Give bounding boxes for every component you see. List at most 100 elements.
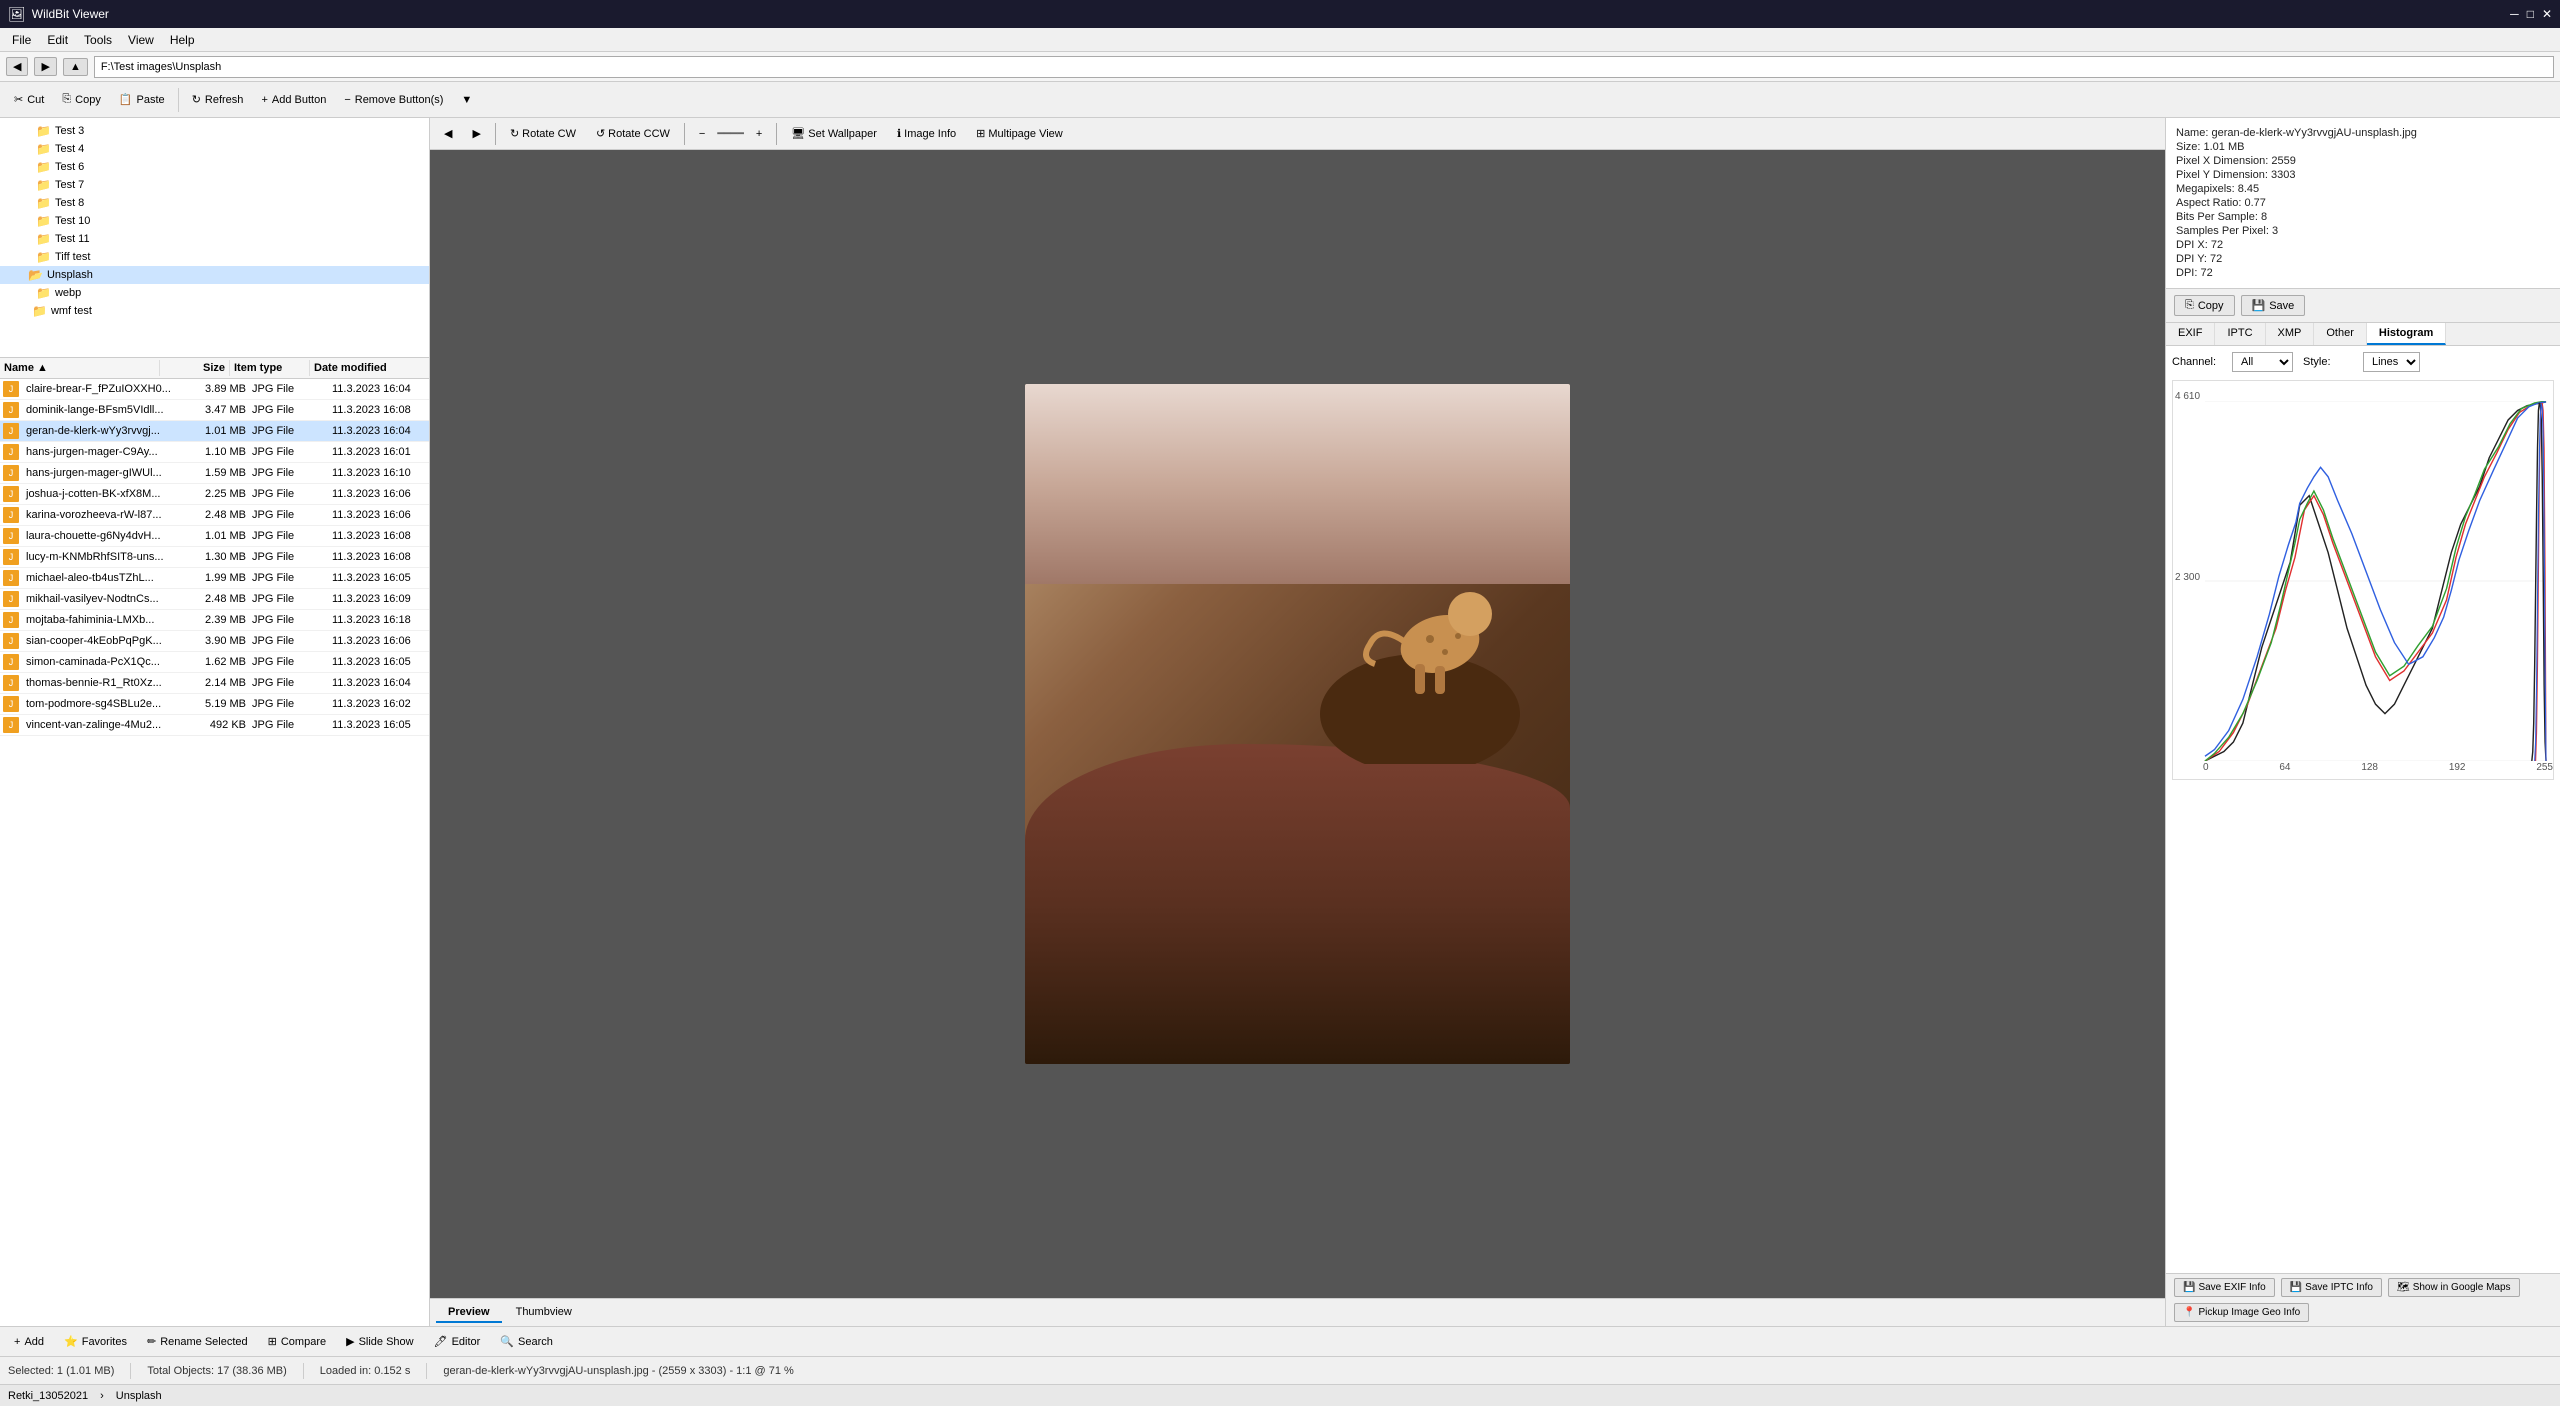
tree-item-unsplash[interactable]: 📂 Unsplash — [0, 266, 429, 284]
maximize-btn[interactable]: □ — [2527, 7, 2534, 21]
folder-tree[interactable]: 📁 Test 3 📁 Test 4 📁 Test 6 📁 Test 7 📁 — [0, 118, 429, 358]
file-date: 11.3.2023 16:04 — [332, 383, 429, 395]
zoom-out-button[interactable]: − — [691, 126, 713, 142]
file-list-area[interactable]: Name ▲ Size Item type Date modified J cl… — [0, 358, 429, 1326]
multipage-button[interactable]: ⊞ Multipage View — [968, 125, 1071, 142]
file-row[interactable]: J mojtaba-fahiminia-LMXb... 2.39 MB JPG … — [0, 610, 429, 631]
add-button-btn[interactable]: + Add Button — [253, 91, 334, 109]
file-row[interactable]: J hans-jurgen-mager-gIWUl... 1.59 MB JPG… — [0, 463, 429, 484]
editor-btn[interactable]: 🖊 Editor — [426, 1333, 489, 1350]
forward-button[interactable]: ▶ — [34, 57, 56, 76]
tree-item-wmf[interactable]: 📁 wmf test — [0, 302, 429, 320]
search-icon: 🔍 — [500, 1335, 514, 1348]
copy-button[interactable]: ⎘ Copy — [54, 90, 109, 109]
rotate-ccw-button[interactable]: ↺ Rotate CCW — [588, 125, 678, 142]
menu-file[interactable]: File — [4, 31, 39, 49]
tree-item-test3[interactable]: 📁 Test 3 — [0, 122, 429, 140]
file-row[interactable]: J dominik-lange-BFsm5VIdll... 3.47 MB JP… — [0, 400, 429, 421]
file-row[interactable]: J simon-caminada-PcX1Qc... 1.62 MB JPG F… — [0, 652, 429, 673]
viewer-sep-2 — [684, 123, 685, 145]
menu-edit[interactable]: Edit — [39, 31, 76, 49]
toolbar-separator — [178, 88, 179, 112]
save-iptc-button[interactable]: 💾 Save IPTC Info — [2281, 1278, 2382, 1297]
file-row[interactable]: J thomas-bennie-R1_Rt0Xz... 2.14 MB JPG … — [0, 673, 429, 694]
image-area[interactable] — [430, 150, 2165, 1298]
file-row[interactable]: J hans-jurgen-mager-C9Ay... 1.10 MB JPG … — [0, 442, 429, 463]
col-header-size[interactable]: Size — [160, 360, 230, 376]
folder-icon: 📁 — [36, 142, 51, 156]
refresh-button[interactable]: ↻ Refresh — [184, 90, 252, 109]
favorites-btn[interactable]: ⭐ Favorites — [56, 1333, 135, 1350]
menu-help[interactable]: Help — [162, 31, 203, 49]
file-row[interactable]: J sian-cooper-4kEobPqPgK... 3.90 MB JPG … — [0, 631, 429, 652]
info-save-button[interactable]: 💾 Save — [2241, 295, 2306, 316]
tab-other[interactable]: Other — [2314, 323, 2367, 345]
image-info-button[interactable]: ℹ Image Info — [889, 125, 964, 142]
channel-select[interactable]: All Red Green Blue — [2232, 352, 2293, 372]
tree-item-test10[interactable]: 📁 Test 10 — [0, 212, 429, 230]
show-google-maps-button[interactable]: 🗺 Show in Google Maps — [2388, 1278, 2520, 1297]
filter-button[interactable]: ▼ — [453, 91, 480, 109]
pickup-geo-button[interactable]: 📍 Pickup Image Geo Info — [2174, 1303, 2309, 1322]
paste-button[interactable]: 📋 Paste — [111, 90, 173, 109]
info-copy-button[interactable]: ⎘ Copy — [2174, 295, 2235, 316]
tab-iptc[interactable]: IPTC — [2215, 323, 2265, 345]
set-wallpaper-button[interactable]: 🖥 Set Wallpaper — [783, 125, 885, 142]
style-label: Style: — [2303, 356, 2353, 368]
file-date: 11.3.2023 16:05 — [332, 719, 429, 731]
file-row[interactable]: J geran-de-klerk-wYy3rvvgj... 1.01 MB JP… — [0, 421, 429, 442]
style-select[interactable]: Lines Bars Area — [2363, 352, 2420, 372]
file-row[interactable]: J michael-aleo-tb4usTZhL... 1.99 MB JPG … — [0, 568, 429, 589]
cut-button[interactable]: ✂ ✂ Cut Cut — [6, 90, 52, 109]
prev-image-button[interactable]: ◀ — [436, 125, 460, 142]
search-btn[interactable]: 🔍 Search — [492, 1333, 561, 1350]
folder-icon: 📁 — [36, 124, 51, 138]
tab-thumbview[interactable]: Thumbview — [504, 1303, 584, 1323]
slideshow-btn[interactable]: ▶ Slide Show — [338, 1333, 422, 1350]
compare-btn[interactable]: ⊞ Compare — [260, 1333, 334, 1350]
tree-item-test8[interactable]: 📁 Test 8 — [0, 194, 429, 212]
tree-item-test6[interactable]: 📁 Test 6 — [0, 158, 429, 176]
file-row[interactable]: J tom-podmore-sg4SBLu2e... 5.19 MB JPG F… — [0, 694, 429, 715]
rename-btn[interactable]: ✏ Rename Selected — [139, 1333, 256, 1350]
viewer-sep-3 — [776, 123, 777, 145]
minimize-btn[interactable]: ─ — [2510, 7, 2519, 21]
tab-histogram[interactable]: Histogram — [2367, 323, 2446, 345]
up-button[interactable]: ▲ — [63, 58, 88, 76]
file-row[interactable]: J joshua-j-cotten-BK-xfX8M... 2.25 MB JP… — [0, 484, 429, 505]
file-row[interactable]: J vincent-van-zalinge-4Mu2... 492 KB JPG… — [0, 715, 429, 736]
tree-item-test7[interactable]: 📁 Test 7 — [0, 176, 429, 194]
col-header-type[interactable]: Item type — [230, 360, 310, 376]
tab-xmp[interactable]: XMP — [2266, 323, 2315, 345]
file-row[interactable]: J laura-chouette-g6Ny4dvH... 1.01 MB JPG… — [0, 526, 429, 547]
address-input[interactable] — [94, 56, 2554, 78]
menu-view[interactable]: View — [120, 31, 162, 49]
tab-exif[interactable]: EXIF — [2166, 323, 2215, 345]
file-type: JPG File — [252, 719, 332, 731]
tree-item-test4[interactable]: 📁 Test 4 — [0, 140, 429, 158]
file-icon: J — [3, 591, 19, 607]
copy-icon: ⎘ — [62, 93, 71, 106]
rotate-cw-button[interactable]: ↻ Rotate CW — [502, 125, 584, 142]
tree-item-tiff[interactable]: 📁 Tiff test — [0, 248, 429, 266]
col-header-date[interactable]: Date modified — [310, 360, 429, 376]
file-row[interactable]: J mikhail-vasilyev-NodtnCs... 2.48 MB JP… — [0, 589, 429, 610]
close-btn[interactable]: ✕ — [2542, 7, 2552, 21]
remove-button-btn[interactable]: − Remove Button(s) — [336, 91, 451, 109]
tab-preview[interactable]: Preview — [436, 1303, 502, 1323]
menu-tools[interactable]: Tools — [76, 31, 120, 49]
file-type: JPG File — [252, 656, 332, 668]
file-row[interactable]: J lucy-m-KNMbRhfSIT8-uns... 1.30 MB JPG … — [0, 547, 429, 568]
save-exif-button[interactable]: 💾 Save EXIF Info — [2174, 1278, 2275, 1297]
col-header-name[interactable]: Name ▲ — [0, 360, 160, 376]
file-date: 11.3.2023 16:01 — [332, 446, 429, 458]
back-button[interactable]: ◀ — [6, 57, 28, 76]
add-btn[interactable]: + Add — [6, 1334, 52, 1350]
tree-item-webp[interactable]: 📁 webp — [0, 284, 429, 302]
next-image-button[interactable]: ▶ — [464, 125, 488, 142]
file-row[interactable]: J karina-vorozheeva-rW-l87... 2.48 MB JP… — [0, 505, 429, 526]
file-type: JPG File — [252, 551, 332, 563]
file-row[interactable]: J claire-brear-F_fPZuIOXXH0... 3.89 MB J… — [0, 379, 429, 400]
tree-item-test11[interactable]: 📁 Test 11 — [0, 230, 429, 248]
zoom-in-button[interactable]: + — [748, 126, 770, 142]
